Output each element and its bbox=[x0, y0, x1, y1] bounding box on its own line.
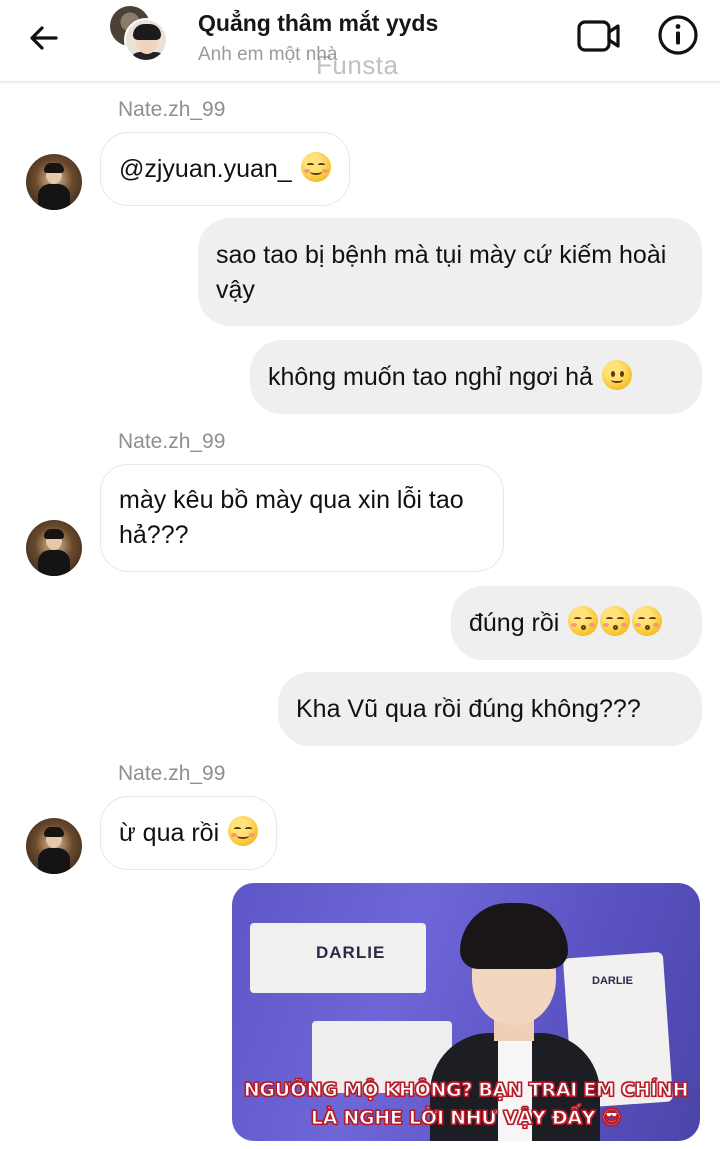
group-avatar[interactable] bbox=[110, 6, 168, 64]
meme-caption-line-1: NGƯỠNG MỘ KHÔNG? BẠN TRAI EM CHÍNH bbox=[243, 1079, 689, 1102]
watermark: Funsta bbox=[316, 50, 399, 80]
member-avatar-2 bbox=[124, 18, 168, 62]
photo-message[interactable]: DARLIE DARLIE NGƯỠNG MỘ KHÔNG? BẠN TRAI … bbox=[232, 883, 700, 1141]
message-bubble[interactable]: đúng rồi bbox=[451, 586, 702, 660]
sender-avatar[interactable] bbox=[26, 818, 82, 874]
message-text: Kha Vũ qua rồi đúng không??? bbox=[296, 695, 641, 723]
message-bubble[interactable]: mày kêu bồ mày qua xin lỗi tao hả??? bbox=[100, 464, 504, 572]
chat-title[interactable]: Quẳng thâm mắt yyds bbox=[198, 10, 438, 37]
message-bubble[interactable]: ừ qua rồi bbox=[100, 796, 278, 870]
meme-caption-line-2: LÀ NGHE LỜI NHƯ VẬY ĐẤY 😎 bbox=[310, 1107, 622, 1130]
smiling-face-emoji-icon bbox=[228, 816, 259, 846]
message-text: mày kêu bồ mày qua xin lỗi tao hả??? bbox=[119, 486, 464, 549]
slightly-smiling-face-emoji-icon bbox=[601, 360, 632, 390]
message-text: không muốn tao nghỉ ngơi hả bbox=[268, 363, 593, 391]
message-bubble[interactable]: không muốn tao nghỉ ngơi hả bbox=[250, 340, 702, 414]
brand-logo: DARLIE bbox=[592, 975, 633, 987]
sender-name: Nate.zh_99 bbox=[118, 430, 226, 453]
person-hair bbox=[460, 903, 568, 969]
sender-name: Nate.zh_99 bbox=[118, 762, 226, 785]
kissing-face-emoji-icon bbox=[568, 606, 599, 636]
message-bubble[interactable]: Kha Vũ qua rồi đúng không??? bbox=[278, 672, 702, 746]
video-call-icon[interactable] bbox=[576, 16, 622, 56]
message-bubble[interactable]: sao tao bị bệnh mà tụi mày cứ kiếm hoài … bbox=[198, 218, 702, 326]
chat-header: Quẳng thâm mắt yyds Anh em một nhà Funst… bbox=[0, 0, 720, 82]
message-bubble[interactable]: @zjyuan.yuan_ bbox=[100, 132, 350, 206]
smiling-face-emoji-icon bbox=[300, 152, 331, 182]
message-text: sao tao bị bệnh mà tụi mày cứ kiếm hoài … bbox=[216, 241, 667, 304]
back-arrow-icon[interactable] bbox=[26, 20, 62, 56]
kissing-face-emoji-icon bbox=[600, 606, 631, 636]
sender-avatar[interactable] bbox=[26, 154, 82, 210]
message-text: @zjyuan.yuan_ bbox=[119, 155, 292, 183]
message-text: ừ qua rồi bbox=[119, 819, 220, 847]
brand-logo: DARLIE bbox=[316, 943, 386, 962]
sender-name: Nate.zh_99 bbox=[118, 98, 226, 121]
message-text: đúng rồi bbox=[469, 609, 560, 637]
sender-avatar[interactable] bbox=[26, 520, 82, 576]
info-icon[interactable] bbox=[656, 13, 700, 57]
kissing-face-emoji-icon bbox=[632, 606, 663, 636]
